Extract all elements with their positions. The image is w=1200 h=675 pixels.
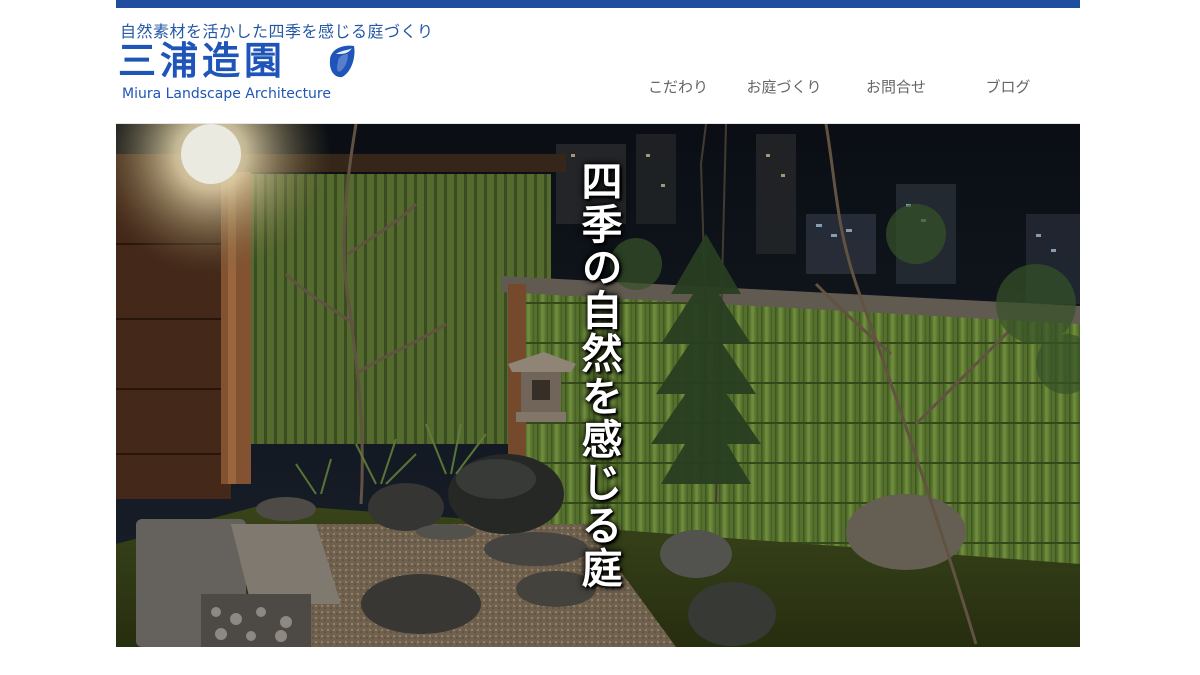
main-nav: こだわり お庭づくり お問合せ ブログ [628, 76, 1064, 97]
nav-item-contact[interactable]: お問合せ [840, 76, 952, 97]
nav-item-garden-making[interactable]: お庭づくり [728, 76, 840, 97]
site-logo-link[interactable]: 自然素材を活かした四季を感じる庭づくり 三浦造園 Miura Landscape… [116, 8, 476, 120]
brand-subtitle: Miura Landscape Architecture [122, 86, 331, 102]
nav-item-kodawari[interactable]: こだわり [628, 76, 728, 97]
page: 自然素材を活かした四季を感じる庭づくり 三浦造園 Miura Landscape… [0, 0, 1200, 675]
site-header: 自然素材を活かした四季を感じる庭づくり 三浦造園 Miura Landscape… [116, 8, 1080, 124]
brand-name: 三浦造園 [118, 39, 287, 83]
water-drop-leaf-icon [329, 45, 355, 78]
top-accent-bar [116, 0, 1080, 8]
hero-caption: 四季の自然を感じる庭 [574, 160, 622, 590]
nav-item-blog[interactable]: ブログ [952, 76, 1064, 97]
hero-image: 四季の自然を感じる庭 [116, 124, 1080, 647]
